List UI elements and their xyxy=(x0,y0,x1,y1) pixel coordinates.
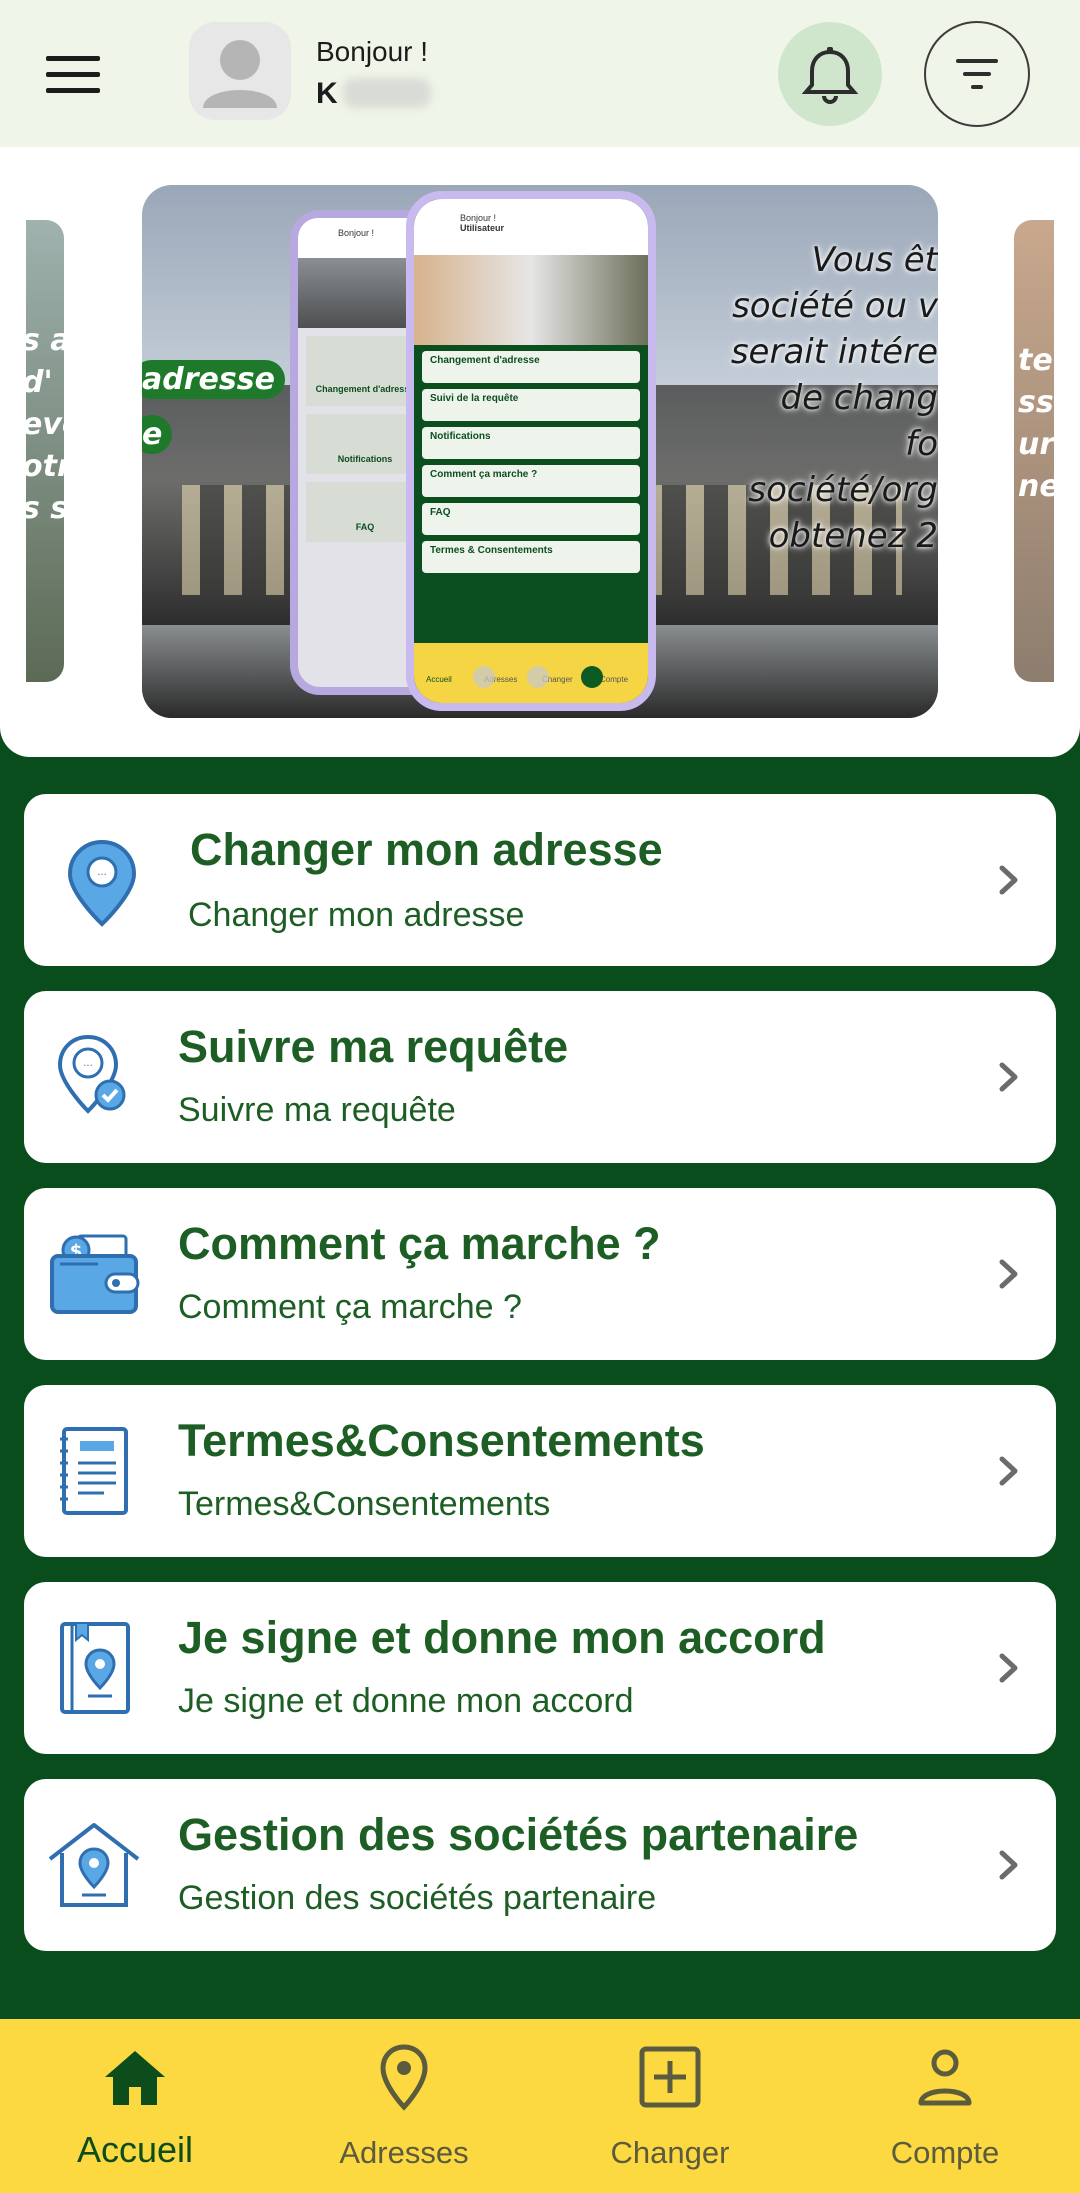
home-icon xyxy=(105,2051,165,2105)
card-subtitle: Je signe et donne mon accord xyxy=(178,1682,634,1720)
card-title: Gestion des sociétés partenaire xyxy=(178,1809,859,1860)
slide-text-line: obtenez 2 xyxy=(768,516,938,556)
phone-menu-row: Notifications xyxy=(422,427,640,459)
bottom-navigation: Accueil Adresses Changer Compte xyxy=(0,2019,1080,2193)
phone-front-header: Bonjour ! Utilisateur xyxy=(414,199,648,255)
bell-icon xyxy=(801,47,859,104)
chevron-right-icon xyxy=(999,1850,1018,1880)
phone-menu-row: Termes & Consentements xyxy=(422,541,640,573)
card-subtitle: Gestion des sociétés partenaire xyxy=(178,1879,657,1917)
hamburger-menu-button[interactable] xyxy=(46,56,100,94)
wallet-icon: $ xyxy=(50,1234,140,1314)
slide-text-line: Vous êt xyxy=(811,240,938,280)
slide-text-line: eve xyxy=(26,407,64,442)
document-notebook-icon xyxy=(60,1427,128,1515)
phone-menu-row: Suivi de la requête xyxy=(422,389,640,421)
nav-label: Adresses xyxy=(339,2135,469,2170)
nav-label: Accueil xyxy=(76,2129,194,2170)
card-subtitle: Changer mon adresse xyxy=(188,896,525,934)
greeting-text: Bonjour ! xyxy=(316,36,429,67)
phone-menu-row: FAQ xyxy=(422,503,640,535)
slide-text-line: société/org xyxy=(748,470,938,510)
user-silhouette-icon xyxy=(203,40,277,108)
slide-text-line: sse xyxy=(1018,385,1054,420)
slide-text-line: serait intére xyxy=(730,332,938,372)
chevron-right-icon xyxy=(999,1259,1018,1289)
chevron-right-icon xyxy=(999,1062,1018,1092)
location-pin-icon xyxy=(380,2044,428,2111)
notifications-button[interactable] xyxy=(778,22,882,126)
carousel-slide-next[interactable]: te sse urs nes xyxy=(1014,220,1054,682)
location-check-icon: ... xyxy=(57,1034,126,1114)
username-text: K xyxy=(316,77,338,110)
card-title: Suivre ma requête xyxy=(178,1021,569,1072)
slide-text-line: urs xyxy=(1018,427,1054,462)
phone-user: Utilisateur xyxy=(460,223,505,233)
svg-text:...: ... xyxy=(83,1058,93,1069)
card-how-it-works[interactable]: $ Comment ça marche ? Comment ça marche … xyxy=(24,1188,1056,1360)
map-book-icon xyxy=(60,1622,130,1714)
carousel-dot[interactable] xyxy=(527,666,549,688)
nav-label: Changer xyxy=(610,2135,730,2170)
carousel-dot[interactable] xyxy=(473,666,495,688)
slide-tag: adresse xyxy=(142,360,285,399)
carousel-dot-active[interactable] xyxy=(581,666,603,688)
card-title: Changer mon adresse xyxy=(190,824,663,875)
slide-text-line: s a xyxy=(26,320,64,362)
nav-tab-account[interactable]: Compte xyxy=(835,2019,1055,2193)
card-track-request[interactable]: ... Suivre ma requête Suivre ma requête xyxy=(24,991,1056,1163)
card-terms-consents[interactable]: Termes&Consentements Termes&Consentement… xyxy=(24,1385,1056,1557)
nav-tab-home[interactable]: Accueil xyxy=(25,2019,245,2193)
carousel-slide-previous[interactable]: s a d' eve otr s s xyxy=(26,220,64,682)
card-title: Termes&Consentements xyxy=(178,1415,705,1466)
person-icon xyxy=(918,2049,972,2106)
nav-label: Compte xyxy=(890,2135,1000,2170)
slide-text-line: te xyxy=(1018,343,1053,378)
slide-text-line: société ou v xyxy=(732,286,938,326)
card-subtitle: Termes&Consentements xyxy=(178,1485,551,1523)
card-subtitle: Comment ça marche ? xyxy=(178,1288,522,1326)
chevron-right-icon xyxy=(999,1456,1018,1486)
menu-line xyxy=(46,88,100,93)
carousel-indicators xyxy=(0,666,1080,690)
slide-text-line: d' xyxy=(26,365,53,400)
avatar[interactable] xyxy=(189,22,291,120)
username-blurred xyxy=(343,78,431,108)
filter-button[interactable] xyxy=(924,21,1030,127)
card-title: Comment ça marche ? xyxy=(178,1218,661,1269)
slide-text-line: s s xyxy=(26,488,64,530)
card-partner-companies[interactable]: Gestion des sociétés partenaire Gestion … xyxy=(24,1779,1056,1951)
card-subtitle: Suivre ma requête xyxy=(178,1091,456,1129)
card-title: Je signe et donne mon accord xyxy=(178,1612,826,1663)
phone-banner-image xyxy=(414,255,648,345)
slide-text-line: de chang xyxy=(780,378,938,418)
filter-icon xyxy=(956,59,998,89)
nav-tab-change[interactable]: Changer xyxy=(560,2019,780,2193)
phone-mockup-front: Bonjour ! Utilisateur Changement d'adres… xyxy=(406,191,656,711)
card-change-address[interactable]: ... Changer mon adresse Changer mon adre… xyxy=(24,794,1056,966)
menu-card-list: ... Changer mon adresse Changer mon adre… xyxy=(24,794,1056,1976)
slide-text-line: fo xyxy=(905,424,938,464)
slide-promo-text: Vous êt société ou v serait intére de ch… xyxy=(638,237,938,559)
phone-greeting: Bonjour ! xyxy=(460,213,497,223)
menu-line xyxy=(46,72,100,77)
nav-tab-addresses[interactable]: Adresses xyxy=(294,2019,514,2193)
chevron-right-icon xyxy=(999,865,1018,895)
card-sign-agree[interactable]: Je signe et donne mon accord Je signe et… xyxy=(24,1582,1056,1754)
svg-text:...: ... xyxy=(97,867,107,878)
plus-square-icon xyxy=(639,2046,701,2108)
chevron-right-icon xyxy=(999,1653,1018,1683)
house-location-icon xyxy=(48,1823,140,1907)
slide-text-line: nes xyxy=(1018,469,1054,504)
app-header: Bonjour ! K xyxy=(0,0,1080,147)
location-pin-icon: ... xyxy=(67,839,137,927)
menu-line xyxy=(46,56,100,61)
phone-menu-row: Changement d'adresse xyxy=(422,351,640,383)
phone-menu-row: Comment ça marche ? xyxy=(422,465,640,497)
slide-text-line: otr xyxy=(26,449,64,484)
carousel-slide-main[interactable]: adresse e Vous êt société ou v serait in… xyxy=(142,185,938,718)
